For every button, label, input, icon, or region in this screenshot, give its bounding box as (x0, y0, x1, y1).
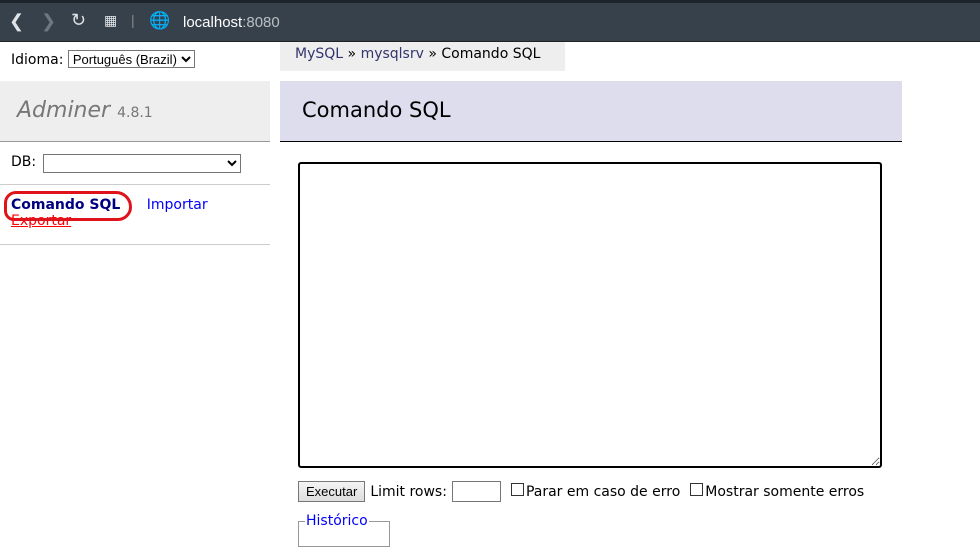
limit-rows-input[interactable] (451, 481, 501, 502)
query-controls: Executar Limit rows: Parar em caso de er… (298, 481, 864, 502)
separator: » (428, 46, 437, 62)
stop-on-error-checkbox[interactable] (510, 483, 524, 496)
separator: » (347, 46, 357, 62)
export-link[interactable]: Exportar (11, 213, 71, 229)
apps-icon[interactable]: ▦ (104, 12, 117, 29)
sidebar-links: Comando SQL Importar Exportar (11, 197, 208, 229)
breadcrumb-mysql[interactable]: MySQL (295, 46, 343, 62)
reload-icon[interactable]: ↻ (71, 10, 86, 31)
import-link[interactable]: Importar (147, 197, 208, 213)
breadcrumb: MySQL » mysqlsrv » Comando SQL (280, 42, 565, 71)
page-title: Comando SQL (280, 81, 902, 142)
back-icon[interactable]: ❮ (9, 11, 24, 32)
sql-command-link[interactable]: Comando SQL (11, 197, 120, 213)
forward-icon[interactable]: ❯ (41, 11, 56, 32)
execute-button[interactable]: Executar (298, 481, 366, 502)
db-select[interactable] (43, 154, 241, 173)
app-name-link[interactable]: Adminer (17, 98, 110, 123)
language-select[interactable]: Português (Brazil) (67, 50, 195, 68)
divider: | (131, 12, 135, 28)
stop-on-error-label[interactable]: Parar em caso de erro (526, 484, 680, 500)
breadcrumb-current: Comando SQL (441, 46, 541, 62)
language-selector: Idioma: Português (Brazil) (11, 50, 195, 68)
version: 4.8.1 (117, 105, 153, 121)
limit-label: Limit rows: (370, 483, 447, 500)
language-label: Idioma: (11, 52, 64, 68)
history-fieldset: Histórico (298, 513, 390, 547)
only-errors-checkbox[interactable] (690, 483, 704, 496)
db-selector: DB: (11, 154, 241, 173)
breadcrumb-server[interactable]: mysqlsrv (361, 46, 424, 62)
divider (0, 244, 270, 245)
divider (0, 184, 270, 185)
sql-input[interactable] (298, 162, 882, 468)
only-errors-label[interactable]: Mostrar somente erros (705, 484, 864, 500)
browser-toolbar: ❮ ❯ ↻ ▦ | 🌐 localhost:8080 (0, 0, 980, 42)
db-label: DB: (11, 154, 37, 170)
address-bar[interactable]: localhost:8080 (183, 14, 280, 31)
logo: Adminer 4.8.1 (0, 81, 270, 142)
globe-icon: 🌐 (149, 11, 171, 30)
history-link[interactable]: Histórico (306, 513, 368, 529)
